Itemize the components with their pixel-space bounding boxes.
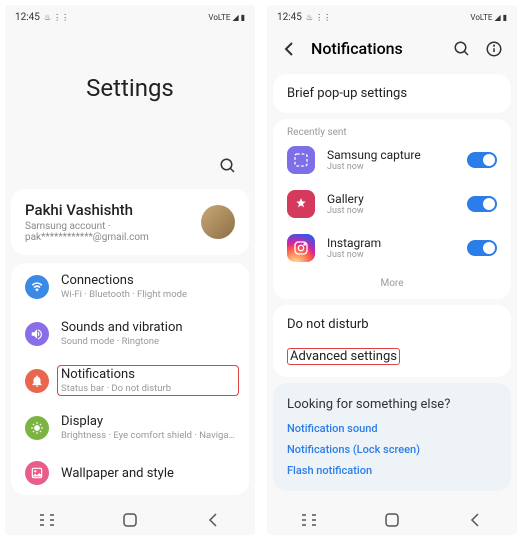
app-icon — [287, 234, 315, 262]
status-indicators: ♨ ⋮⋮ — [44, 13, 69, 22]
sound-icon — [25, 322, 49, 346]
recently-sent-card: Recently sent Samsung capture Just now G… — [273, 119, 511, 299]
recents-button[interactable] — [300, 511, 318, 529]
wallpaper-icon — [25, 461, 49, 485]
back-button[interactable] — [466, 511, 484, 529]
advanced-settings-label: Advanced settings — [287, 348, 400, 365]
looking-for-card: Looking for something else? Notification… — [273, 383, 511, 491]
nav-bar — [5, 505, 255, 535]
notifications-screen: 12:45 ♨ ⋮⋮ VoLTE◢▮ Notifications Brief p… — [267, 5, 517, 535]
settings-item-text: Sounds and vibrationSound mode · Rington… — [61, 320, 235, 347]
settings-item-notifications[interactable]: NotificationsStatus bar · Do not disturb — [11, 357, 249, 404]
settings-list: ConnectionsWi-Fi · Bluetooth · Flight mo… — [11, 263, 249, 495]
search-icon[interactable] — [219, 157, 237, 175]
back-button[interactable] — [204, 511, 222, 529]
nav-bar — [267, 505, 517, 535]
status-time: 12:45 — [15, 12, 40, 23]
bell-icon — [25, 369, 49, 393]
looking-title: Looking for something else? — [287, 397, 497, 412]
app-row-samsung-capture[interactable]: Samsung capture Just now — [273, 138, 511, 182]
status-indicators: ♨ ⋮⋮ — [306, 13, 331, 22]
advanced-settings-row[interactable]: Advanced settings — [273, 344, 511, 377]
app-text: Instagram Just now — [327, 236, 455, 260]
back-icon[interactable] — [281, 41, 297, 57]
avatar[interactable] — [201, 205, 235, 239]
toggle-switch[interactable] — [467, 240, 497, 256]
app-icon — [287, 190, 315, 218]
toggle-switch[interactable] — [467, 152, 497, 168]
brief-popup-card[interactable]: Brief pop-up settings — [273, 74, 511, 113]
settings-item-text: ConnectionsWi-Fi · Bluetooth · Flight mo… — [61, 273, 235, 300]
link-notifications-lock-screen[interactable]: Notifications (Lock screen) — [287, 443, 497, 456]
status-bar: 12:45 ♨ ⋮⋮ VoLTE◢▮ — [267, 5, 517, 29]
status-right-icons: VoLTE◢▮ — [208, 13, 245, 22]
app-row-gallery[interactable]: Gallery Just now — [273, 182, 511, 226]
dnd-advanced-card: Do not disturb Advanced settings — [273, 305, 511, 377]
app-text: Gallery Just now — [327, 192, 455, 216]
info-icon[interactable] — [485, 40, 503, 58]
header-title: Notifications — [311, 39, 439, 58]
app-icon — [287, 146, 315, 174]
settings-item-wallpaper-and-style[interactable]: Wallpaper and style — [11, 451, 249, 495]
app-text: Samsung capture Just now — [327, 148, 455, 172]
settings-item-text: NotificationsStatus bar · Do not disturb — [61, 367, 235, 394]
toggle-switch[interactable] — [467, 196, 497, 212]
more-button[interactable]: More — [273, 270, 511, 299]
account-sub: Samsung account · pak************@gmail.… — [25, 221, 201, 243]
status-bar: 12:45 ♨ ⋮⋮ VoLTE◢▮ — [5, 5, 255, 29]
settings-item-text: Wallpaper and style — [61, 466, 235, 481]
link-flash-notification[interactable]: Flash notification — [287, 464, 497, 477]
wifi-icon — [25, 275, 49, 299]
settings-item-text: DisplayBrightness · Eye comfort shield ·… — [61, 414, 235, 441]
app-row-instagram[interactable]: Instagram Just now — [273, 226, 511, 270]
brief-popup-label: Brief pop-up settings — [273, 74, 511, 113]
account-card[interactable]: Pakhi Vashishth Samsung account · pak***… — [11, 189, 249, 255]
account-name: Pakhi Vashishth — [25, 201, 201, 219]
settings-screen: 12:45 ♨ ⋮⋮ VoLTE◢▮ Settings Pakhi Vashis… — [5, 5, 255, 535]
do-not-disturb-row[interactable]: Do not disturb — [273, 305, 511, 344]
settings-item-sounds-and-vibration[interactable]: Sounds and vibrationSound mode · Rington… — [11, 310, 249, 357]
recently-sent-label: Recently sent — [273, 119, 511, 138]
home-button[interactable] — [121, 511, 139, 529]
home-button[interactable] — [383, 511, 401, 529]
header: Notifications — [267, 29, 517, 68]
search-icon[interactable] — [453, 40, 471, 58]
page-title: Settings — [5, 29, 255, 157]
recents-button[interactable] — [38, 511, 56, 529]
settings-item-connections[interactable]: ConnectionsWi-Fi · Bluetooth · Flight mo… — [11, 263, 249, 310]
status-right-icons: VoLTE◢▮ — [470, 13, 507, 22]
status-time: 12:45 — [277, 12, 302, 23]
display-icon — [25, 416, 49, 440]
settings-item-display[interactable]: DisplayBrightness · Eye comfort shield ·… — [11, 404, 249, 451]
link-notification-sound[interactable]: Notification sound — [287, 422, 497, 435]
